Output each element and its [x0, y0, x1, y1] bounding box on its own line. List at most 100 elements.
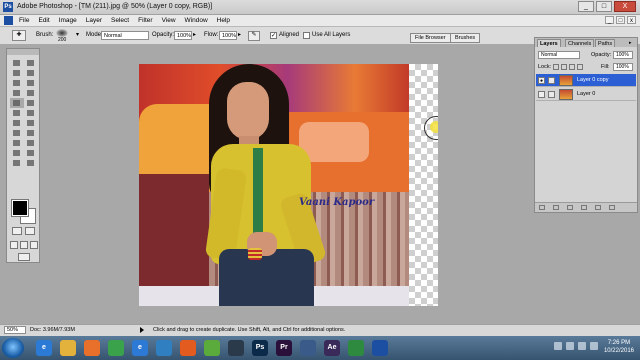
tab-layers[interactable]: Layers — [537, 39, 561, 47]
taskbar-edge-icon[interactable]: e — [132, 340, 148, 356]
flow-input[interactable]: 100% — [219, 31, 237, 40]
shape-tool-icon[interactable] — [24, 138, 38, 148]
dropdown-arrow-icon[interactable]: ▾ — [76, 31, 79, 40]
maximize-button[interactable]: □ — [596, 1, 612, 12]
close-button[interactable]: X — [614, 1, 636, 12]
doc-close-button[interactable]: x — [627, 16, 636, 24]
marquee-tool-icon[interactable] — [10, 58, 24, 68]
network-icon[interactable] — [566, 342, 574, 350]
zoom-field[interactable]: 50% — [4, 326, 26, 334]
clone-stamp-tool-icon[interactable]: ✚ — [12, 30, 26, 41]
link-icon[interactable] — [548, 91, 555, 98]
crop-tool-icon[interactable] — [10, 78, 24, 88]
screen-mode-full-menu-icon[interactable] — [20, 241, 28, 249]
blend-mode-select[interactable]: Normal — [538, 51, 580, 59]
menu-image[interactable]: Image — [59, 16, 77, 25]
toolbox-header[interactable] — [7, 49, 39, 55]
tab-brushes[interactable]: Brushes — [450, 33, 481, 43]
notes-tool-icon[interactable] — [10, 148, 24, 158]
menu-view[interactable]: View — [162, 16, 176, 25]
foreground-color-swatch[interactable] — [11, 199, 29, 217]
layer-style-icon[interactable] — [539, 205, 545, 210]
tab-channels[interactable]: Channels — [565, 39, 595, 47]
menu-window[interactable]: Window — [185, 16, 208, 25]
menu-select[interactable]: Select — [111, 16, 129, 25]
standard-mode-icon[interactable] — [12, 227, 22, 235]
taskbar-media-icon[interactable] — [156, 340, 172, 356]
lock-position-icon[interactable] — [569, 64, 575, 70]
doc-minimize-button[interactable]: _ — [605, 16, 614, 24]
taskbar-app-green-icon[interactable] — [204, 340, 220, 356]
airbrush-icon[interactable]: ✎ — [248, 31, 260, 41]
layer-row-layer-0-copy[interactable]: ● Layer 0 copy — [536, 74, 636, 87]
eye-icon[interactable] — [538, 91, 545, 98]
hand-tool-icon[interactable] — [10, 158, 24, 168]
use-all-layers-checkbox[interactable] — [303, 32, 310, 39]
volume-icon[interactable] — [578, 342, 586, 350]
flow-arrow-icon[interactable]: ▸ — [238, 31, 241, 40]
taskbar-app-orange-icon[interactable] — [180, 340, 196, 356]
healing-brush-tool-icon[interactable] — [10, 88, 24, 98]
flag-icon[interactable] — [590, 342, 598, 350]
new-layer-icon[interactable] — [595, 205, 601, 210]
pen-tool-icon[interactable] — [10, 138, 24, 148]
eyedropper-tool-icon[interactable] — [24, 148, 38, 158]
opacity-input[interactable]: 100% — [174, 31, 192, 40]
status-menu-arrow-icon[interactable] — [140, 327, 144, 333]
screen-mode-standard-icon[interactable] — [10, 241, 18, 249]
taskbar-after-effects-icon[interactable]: Ae — [324, 340, 340, 356]
tab-file-browser[interactable]: File Browser — [410, 33, 451, 43]
menu-layer[interactable]: Layer — [86, 16, 102, 25]
aligned-checkbox[interactable]: ✓ — [270, 32, 277, 39]
menu-edit[interactable]: Edit — [38, 16, 49, 25]
mode-select[interactable]: Normal — [101, 31, 149, 40]
gradient-tool-icon[interactable] — [24, 108, 38, 118]
menu-help[interactable]: Help — [217, 16, 230, 25]
history-brush-tool-icon[interactable] — [24, 98, 38, 108]
path-selection-tool-icon[interactable] — [10, 128, 24, 138]
zoom-tool-icon[interactable] — [24, 158, 38, 168]
taskbar-folder-icon[interactable] — [60, 340, 76, 356]
eraser-tool-icon[interactable] — [10, 108, 24, 118]
dodge-tool-icon[interactable] — [24, 118, 38, 128]
layer-row-layer-0[interactable]: Layer 0 — [536, 88, 636, 101]
lasso-tool-icon[interactable] — [10, 68, 24, 78]
taskbar-premiere-icon[interactable]: Pr — [276, 340, 292, 356]
taskbar-firefox-icon[interactable] — [84, 340, 100, 356]
clock[interactable]: 7:26 PM 10/22/2016 — [604, 339, 634, 355]
panel-menu-arrow-icon[interactable]: ▸ — [629, 40, 632, 46]
tab-paths[interactable]: Paths — [595, 39, 616, 47]
taskbar-steam-icon[interactable] — [228, 340, 244, 356]
taskbar-app-flag-icon[interactable] — [348, 340, 364, 356]
screen-mode-full-icon[interactable] — [30, 241, 38, 249]
layer-mask-icon[interactable] — [553, 205, 559, 210]
menu-file[interactable]: File — [19, 16, 29, 25]
layer-opacity-input[interactable]: 100% — [613, 51, 633, 59]
lock-all-icon[interactable] — [577, 64, 583, 70]
minimize-button[interactable]: _ — [578, 1, 594, 12]
brush-link-icon[interactable] — [548, 77, 555, 84]
taskbar-photoshop-icon[interactable]: Ps — [252, 340, 268, 356]
clone-stamp-tool-icon-selected[interactable] — [10, 98, 24, 108]
menu-filter[interactable]: Filter — [138, 16, 152, 25]
start-button[interactable] — [2, 338, 24, 358]
brush-tool-icon[interactable] — [24, 88, 38, 98]
layer-set-icon[interactable] — [567, 205, 573, 210]
quick-mask-icon[interactable] — [25, 227, 35, 235]
blur-tool-icon[interactable] — [10, 118, 24, 128]
taskbar-app-blue-icon[interactable] — [300, 340, 316, 356]
lock-image-icon[interactable] — [561, 64, 567, 70]
jump-to-imageready-icon[interactable] — [18, 253, 30, 261]
document-icon[interactable] — [4, 16, 13, 25]
taskbar-chrome-icon[interactable] — [108, 340, 124, 356]
slice-tool-icon[interactable] — [24, 78, 38, 88]
fill-input[interactable]: 100% — [613, 63, 633, 71]
taskbar-ie-icon[interactable]: e — [36, 340, 52, 356]
move-tool-icon[interactable] — [24, 58, 38, 68]
type-tool-icon[interactable] — [24, 128, 38, 138]
eye-icon[interactable]: ● — [538, 77, 545, 84]
magic-wand-tool-icon[interactable] — [24, 68, 38, 78]
lock-transparency-icon[interactable] — [553, 64, 559, 70]
tray-up-arrow-icon[interactable] — [554, 342, 562, 350]
trash-icon[interactable] — [609, 205, 615, 210]
